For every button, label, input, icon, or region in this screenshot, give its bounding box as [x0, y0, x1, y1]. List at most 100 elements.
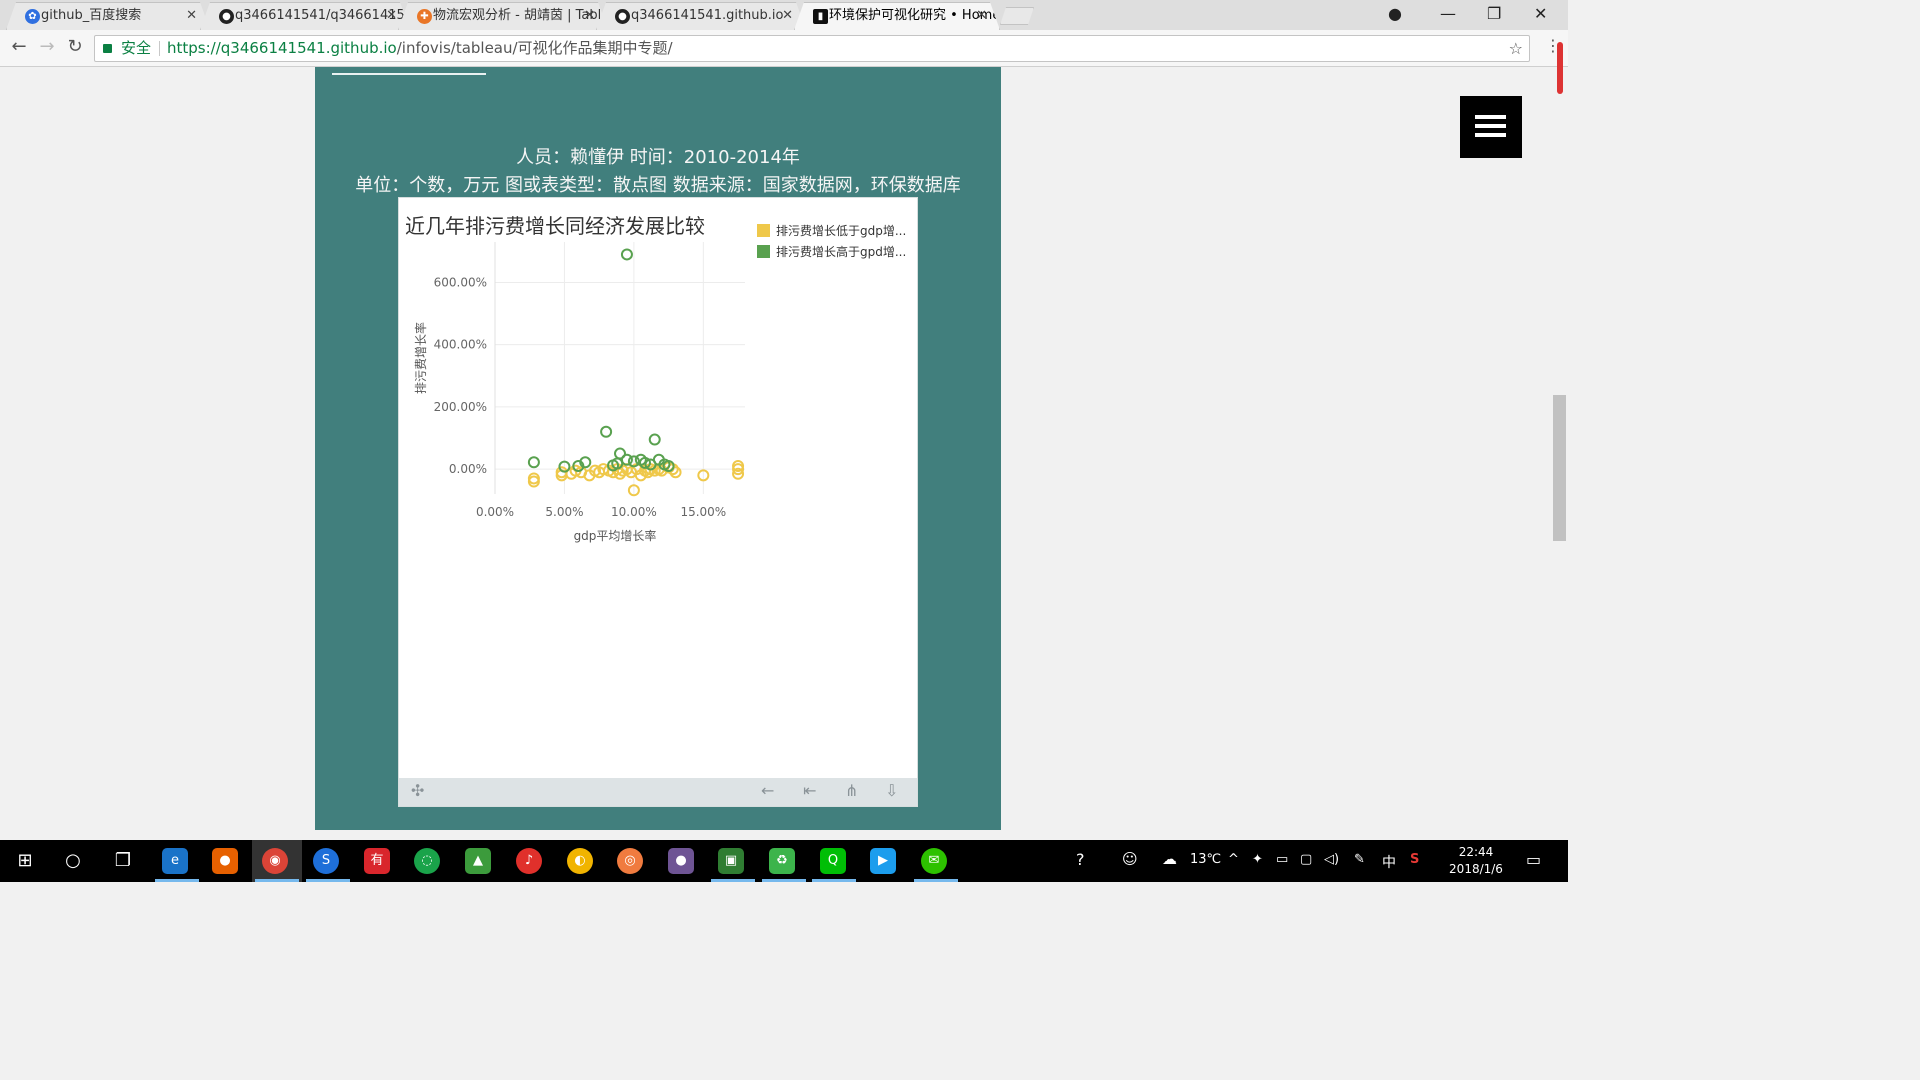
data-points — [527, 248, 745, 497]
tab-github-io[interactable]: ● q3466141541.github.io ✕ — [596, 2, 806, 30]
wechat-icon[interactable]: ✉ — [921, 848, 947, 874]
network-icon[interactable]: ▢ — [1300, 852, 1312, 867]
info-line-author-time: 人员：赖懂伊 时间：2010-2014年 — [516, 147, 800, 168]
scatter-plot[interactable]: 0.00% 200.00% 400.00% 600.00% 0.00% 5.00% 10.… — [399, 238, 759, 598]
legend-swatch — [757, 224, 770, 237]
volume-icon[interactable]: ◁) — [1324, 852, 1339, 867]
profile-icon[interactable]: ● — [1388, 4, 1402, 23]
clock-date: 2018/1/6 — [1449, 862, 1503, 876]
reload-icon[interactable]: ↻ — [64, 36, 86, 57]
app-icon[interactable]: ◎ — [617, 848, 643, 874]
sogou-ime-icon[interactable]: S — [1410, 852, 1419, 867]
y-axis-label: 排污费增长率 — [413, 322, 428, 394]
minimize-icon[interactable]: — — [1440, 4, 1456, 23]
ime-indicator[interactable]: 中 — [1382, 852, 1396, 872]
scatter-point[interactable] — [648, 433, 661, 446]
share-icon[interactable]: ⋔ — [845, 781, 858, 800]
cloud-weather-icon[interactable]: ☁ — [1162, 850, 1177, 868]
scatter-point[interactable] — [527, 456, 540, 469]
legend-label: 排污费增长低于gdp增... — [776, 224, 907, 238]
hamburger-menu-button[interactable] — [1460, 96, 1522, 158]
y-tick-label: 200.00% — [434, 400, 487, 414]
restore-icon[interactable]: ❐ — [1487, 4, 1501, 23]
firefox-icon[interactable]: ● — [212, 848, 238, 874]
tab-tableau-logistics[interactable]: ✚ 物流宏观分析 - 胡靖茵 | Tableau ✕ — [398, 2, 608, 30]
bookmark-star-icon[interactable]: ☆ — [1509, 36, 1523, 61]
legend-label: 排污费增长高于gpd增... — [776, 245, 907, 259]
revert-icon[interactable]: ⇤ — [803, 781, 816, 800]
weather-temp: 13℃ — [1190, 852, 1222, 867]
running-indicator — [306, 879, 350, 882]
back-icon[interactable]: ← — [8, 36, 30, 57]
forward-icon[interactable]: → — [36, 36, 58, 57]
tab-github-repo[interactable]: ● q3466141541/q3466141541 ✕ — [200, 2, 410, 30]
video-player-icon[interactable]: ▶ — [870, 848, 896, 874]
tab-title: 物流宏观分析 - 胡靖茵 | Tableau — [433, 8, 608, 23]
tray-app-icon[interactable]: ✦ — [1252, 852, 1263, 867]
360-icon[interactable]: ◌ — [414, 848, 440, 874]
menu-bar — [1475, 124, 1506, 128]
app-icon[interactable]: ◐ — [567, 848, 593, 874]
menu-bar — [1475, 115, 1506, 119]
new-tab-button[interactable] — [1000, 7, 1034, 25]
close-icon[interactable]: ✕ — [584, 3, 595, 29]
viz-toolbar: ✣ ← ⇤ ⋔ ⇩ — [399, 778, 917, 806]
tableau-viz[interactable]: 近几年排污费增长同经济发展比较 排污费增长低于gdp增... 排污费增长高于gp… — [398, 197, 918, 807]
task-view-icon[interactable]: ❐ — [110, 848, 136, 874]
pen-icon[interactable]: ✎ — [1354, 852, 1365, 867]
search-icon[interactable]: ○ — [60, 848, 86, 874]
notification-icon[interactable]: ▭ — [1526, 850, 1541, 869]
recycle-app-icon[interactable]: ♻ — [769, 848, 795, 874]
help-icon[interactable]: ? — [1076, 850, 1085, 869]
tab-environment-viz[interactable]: ▮ 环境保护可视化研究 • Home ✕ — [794, 2, 1000, 30]
legend-item-high[interactable]: 排污费增长高于gpd增... — [757, 243, 906, 260]
scrollbar-thumb[interactable] — [1553, 395, 1566, 541]
scatter-point[interactable] — [600, 425, 613, 438]
close-icon[interactable]: ✕ — [386, 3, 397, 29]
chevron-up-icon[interactable]: ^ — [1228, 852, 1239, 867]
browser-toolbar: ← → ↻ 安全 https://q3466141541.github.io/i… — [0, 30, 1568, 67]
tableau-logo-icon[interactable]: ✣ — [411, 781, 424, 800]
x-tick-label: 0.00% — [476, 505, 514, 519]
windows-taskbar: ⊞ ○ ❐ e ● ◉ S 有 ◌ ▲ ♪ ◐ ◎ ● ▣ ♻ Q ▶ ✉ ? … — [0, 840, 1568, 882]
tab-baidu-search[interactable]: ✿ github_百度搜索 ✕ — [6, 2, 210, 30]
close-icon[interactable]: ✕ — [782, 3, 793, 29]
header-rule — [332, 73, 486, 75]
github-desktop-icon[interactable]: ● — [668, 848, 694, 874]
running-indicator — [711, 879, 755, 882]
app-icon[interactable]: ▲ — [465, 848, 491, 874]
people-icon[interactable]: ☺ — [1122, 850, 1138, 868]
chrome-icon[interactable]: ◉ — [262, 848, 288, 874]
edge-icon[interactable]: e — [162, 848, 188, 874]
viz-title: 近几年排污费增长同经济发展比较 — [405, 214, 705, 238]
browser-tab-strip: ✿ github_百度搜索 ✕ ● q3466141541/q346614154… — [0, 0, 1568, 30]
address-bar[interactable]: 安全 https://q3466141541.github.io/infovis… — [94, 35, 1530, 62]
url-path: /infovis/tableau/可视化作品集期中专题/ — [396, 39, 673, 57]
url-host: https://q3466141541.github.io — [167, 39, 397, 57]
github-icon: ● — [615, 9, 630, 24]
page-scrollbar[interactable] — [1551, 67, 1568, 840]
secure-label: 安全 — [121, 39, 152, 57]
netease-music-icon[interactable]: ♪ — [516, 848, 542, 874]
running-indicator — [914, 879, 958, 882]
youdao-icon[interactable]: 有 — [364, 848, 390, 874]
sogou-browser-icon[interactable]: S — [313, 848, 339, 874]
url-text[interactable]: https://q3466141541.github.io/infovis/ta… — [167, 36, 673, 61]
tab-title: q3466141541.github.io — [631, 8, 784, 23]
download-icon[interactable]: ⇩ — [885, 781, 898, 800]
running-indicator — [155, 879, 199, 882]
iqiyi-icon[interactable]: Q — [820, 848, 846, 874]
close-icon[interactable]: ✕ — [186, 3, 197, 29]
windows-start-icon[interactable]: ⊞ — [12, 848, 38, 874]
thermometer-icon — [1557, 42, 1563, 94]
legend-item-low[interactable]: 排污费增长低于gdp增... — [757, 222, 906, 239]
window-close-icon[interactable]: ✕ — [1534, 4, 1547, 23]
app-icon[interactable]: ▣ — [718, 848, 744, 874]
scatter-point[interactable] — [620, 248, 633, 261]
system-clock[interactable]: 22:44 2018/1/6 — [1438, 844, 1514, 878]
running-indicator — [762, 879, 806, 882]
battery-icon[interactable]: ▭ — [1276, 852, 1288, 867]
close-icon[interactable]: ✕ — [976, 3, 987, 29]
undo-icon[interactable]: ← — [761, 781, 774, 800]
x-axis-label: gdp平均增长率 — [574, 528, 657, 543]
